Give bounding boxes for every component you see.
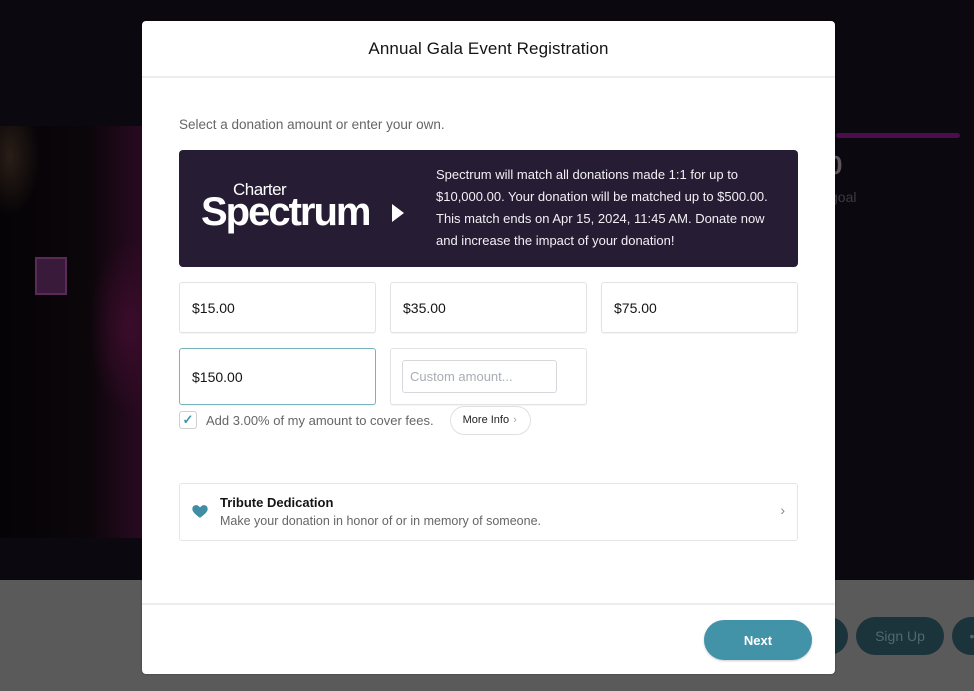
background-event-photo — [0, 126, 145, 538]
sponsor-match-banner: Charter Spectrum Spectrum will match all… — [179, 150, 798, 267]
cover-fees-checkbox[interactable]: ✓ — [179, 411, 197, 429]
donation-intro-text: Select a donation amount or enter your o… — [179, 117, 445, 132]
tribute-dedication-row[interactable]: Tribute Dedication Make your donation in… — [179, 483, 798, 541]
chevron-right-icon: › — [513, 414, 517, 426]
amount-option-35[interactable]: $35.00 — [390, 282, 587, 333]
background-progress-bar — [836, 133, 960, 138]
custom-amount-box — [390, 348, 587, 405]
tribute-title: Tribute Dedication — [220, 495, 334, 510]
cover-fees-row: ✓ Add 3.00% of my amount to cover fees. … — [179, 405, 531, 435]
tribute-subtitle: Make your donation in honor of or in mem… — [220, 514, 542, 528]
more-info-button[interactable]: More Info › — [449, 405, 531, 435]
amount-option-150[interactable]: $150.00 — [179, 348, 376, 405]
modal-header: Annual Gala Event Registration — [142, 21, 835, 78]
custom-amount-input[interactable] — [402, 360, 557, 393]
cover-fees-label: Add 3.00% of my amount to cover fees. — [206, 412, 434, 428]
amount-option-75[interactable]: $75.00 — [601, 282, 798, 333]
amount-option-15[interactable]: $15.00 — [179, 282, 376, 333]
photo-badge-detail — [35, 257, 67, 295]
play-arrow-icon — [392, 204, 404, 222]
sponsor-logo: Charter Spectrum — [201, 178, 411, 238]
logo-spectrum-text: Spectrum — [201, 190, 371, 234]
heart-icon — [192, 505, 208, 518]
checkmark-icon: ✓ — [182, 412, 194, 427]
background-signup-button: Sign Up — [856, 617, 944, 655]
modal-body: Select a donation amount or enter your o… — [142, 78, 835, 603]
chevron-right-icon: › — [780, 502, 785, 518]
modal-title: Annual Gala Event Registration — [368, 38, 609, 58]
modal-footer: Next — [142, 603, 835, 674]
registration-modal: Annual Gala Event Registration Select a … — [142, 21, 835, 674]
sponsor-match-message: Spectrum will match all donations made 1… — [436, 167, 768, 248]
next-button[interactable]: Next — [704, 620, 812, 660]
more-info-label: More Info — [462, 414, 510, 426]
